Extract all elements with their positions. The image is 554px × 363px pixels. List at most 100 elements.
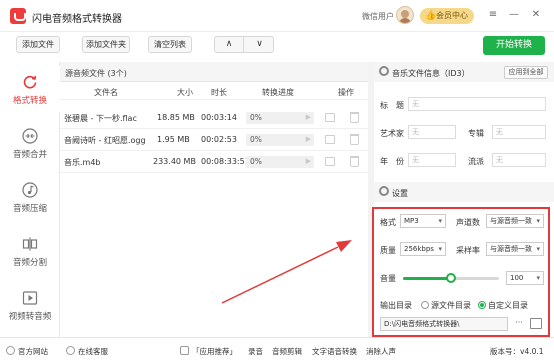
vocal-remove-link[interactable]: 消除人声 (366, 346, 396, 357)
id3-album-label: 专辑 (468, 129, 484, 138)
table-row[interactable]: 张碧晨 - 下一秒.flac 18.85 MB 00:03:14 0% ▶ (60, 108, 368, 129)
toolbar: 添加文件 添加文件夹 清空列表 ∧ ∨ 开始转换 (0, 32, 554, 58)
sidebar-item-audio-merge[interactable]: 音频合并 (0, 120, 60, 166)
column-duration: 时长 (211, 88, 227, 97)
quality-label: 质量 (380, 246, 396, 255)
format-select[interactable]: MP3 ▾ (400, 214, 446, 228)
open-folder-icon[interactable] (325, 113, 335, 122)
user-center-label: 会员中心 (436, 11, 468, 20)
support-link[interactable]: 在线客服 (78, 346, 108, 357)
volume-slider[interactable] (403, 273, 499, 283)
move-down-button[interactable]: ∨ (245, 37, 274, 52)
delete-icon[interactable] (350, 112, 359, 123)
minimize-button[interactable]: — (507, 8, 521, 22)
id3-title-input[interactable]: 无 (408, 97, 546, 111)
channels-label: 声道数 (456, 218, 480, 227)
add-file-button[interactable]: 添加文件 (16, 36, 60, 53)
file-duration: 00:03:14 (201, 113, 237, 122)
id3-section-header: 音乐文件信息（ID3） 应用到全部 (374, 62, 554, 82)
progress-value: 0% (250, 157, 262, 166)
website-link[interactable]: 官方网站 (18, 346, 48, 357)
version-label: 版本号：v4.0.1 (490, 347, 544, 356)
open-folder-icon[interactable] (530, 318, 542, 329)
volume-value: 100 (510, 274, 524, 282)
column-progress: 转换进度 (262, 88, 294, 97)
radio-source-dir[interactable] (421, 301, 429, 309)
open-folder-icon[interactable] (325, 135, 335, 144)
sidebar-item-format-convert[interactable]: 格式转换 (0, 66, 60, 112)
user-center-button[interactable]: 👍 会员中心 (420, 8, 474, 24)
sidebar-item-audio-compress[interactable]: 音频压缩 (0, 174, 60, 220)
channels-value: 与源音频一致 (490, 217, 532, 225)
add-folder-button[interactable]: 添加文件夹 (82, 36, 130, 53)
channels-select[interactable]: 与源音频一致 ▾ (486, 214, 544, 228)
play-icon: ▶ (305, 135, 311, 143)
avatar[interactable] (396, 6, 414, 24)
browse-button[interactable]: ··· (511, 317, 527, 331)
settings-section-header: 设置 (374, 182, 554, 202)
format-label: 格式 (380, 218, 396, 227)
gear-icon (379, 66, 389, 76)
volume-label: 音量 (380, 274, 396, 283)
merge-icon (22, 128, 38, 144)
sidebar-item-audio-split[interactable]: 音频分割 (0, 228, 60, 274)
output-dir-label: 输出目录 (380, 301, 412, 310)
file-name: 张碧晨 - 下一秒.flac (64, 114, 137, 123)
id3-year-label: 年 份 (380, 157, 404, 166)
quality-value: 256kbps (404, 245, 434, 253)
headset-icon (66, 346, 75, 355)
column-name: 文件名 (94, 88, 118, 97)
custom-dir-label[interactable]: 自定义目录 (488, 300, 528, 311)
delete-icon[interactable] (350, 156, 359, 167)
volume-slider-handle[interactable] (446, 273, 456, 283)
volume-input[interactable]: 100 ▾ (506, 271, 544, 285)
file-count-label: 源音频文件 (3个) (65, 69, 127, 78)
open-folder-icon[interactable] (325, 157, 335, 166)
close-button[interactable]: ✕ (529, 8, 543, 22)
menu-icon[interactable]: ≡ (486, 8, 500, 22)
gear-icon (379, 186, 389, 196)
file-list-panel: 源音频文件 (3个) 文件名 大小 时长 转换进度 操作 张碧晨 - 下一秒.f… (60, 62, 368, 337)
table-row[interactable]: 音阙诗听 - 红昭愿.ogg 1.95 MB 00:02:53 0% ▶ (60, 130, 368, 151)
clear-list-button[interactable]: 清空列表 (148, 36, 192, 53)
source-dir-label[interactable]: 源文件目录 (431, 300, 471, 311)
sample-rate-value: 与源音频一致 (490, 245, 532, 253)
id3-artist-input[interactable]: 无 (408, 125, 456, 139)
video-play-icon (22, 291, 38, 305)
sidebar-item-video-to-audio[interactable]: 视频转音频 (0, 282, 60, 328)
file-list-header: 源音频文件 (3个) (60, 62, 368, 82)
record-link[interactable]: 录音 (248, 346, 263, 357)
sidebar-item-label: 音频压缩 (12, 204, 47, 214)
audio-edit-link[interactable]: 音频剪辑 (272, 346, 302, 357)
column-size: 大小 (177, 88, 193, 97)
tts-link[interactable]: 文字语音转换 (312, 346, 357, 357)
play-icon: ▶ (305, 157, 311, 165)
id3-year-input[interactable]: 无 (408, 153, 456, 167)
quality-select[interactable]: 256kbps ▾ (400, 242, 446, 256)
footer: 官方网站 在线客服 「应用推荐」 录音 音频剪辑 文字语音转换 消除人声 版本号… (0, 337, 554, 363)
sidebar-item-label: 格式转换 (12, 96, 47, 106)
delete-icon[interactable] (350, 134, 359, 145)
apply-all-button[interactable]: 应用到全部 (504, 66, 548, 79)
start-convert-button[interactable]: 开始转换 (483, 36, 545, 55)
output-path-input[interactable]: D:\闪电音频格式转换器\ (380, 317, 508, 331)
sidebar: 格式转换 音频合并 音频压缩 音频分割 视频转音频 (0, 62, 60, 337)
split-icon (22, 237, 38, 251)
sample-rate-select[interactable]: 与源音频一致 ▾ (486, 242, 544, 256)
wechat-user-label[interactable]: 微信用户 (362, 11, 394, 22)
reorder-buttons: ∧ ∨ (214, 36, 274, 53)
id3-genre-input[interactable]: 无 (492, 153, 546, 167)
app-title: 闪电音频格式转换器 (32, 14, 122, 25)
chevron-down-icon: ▾ (438, 245, 442, 253)
table-row[interactable]: 音乐.m4b 233.40 MB 00:08:33:51 0% ▶ (60, 152, 368, 173)
file-duration: 00:02:53 (201, 135, 237, 144)
id3-title: 音乐文件信息（ID3） (392, 69, 470, 78)
id3-title-label: 标 题 (380, 101, 404, 110)
id3-album-input[interactable]: 无 (492, 125, 546, 139)
home-icon (6, 346, 15, 355)
radio-custom-dir[interactable] (478, 301, 486, 309)
file-size: 1.95 MB (157, 135, 190, 144)
progress-bar: 0% ▶ (246, 134, 314, 146)
move-up-button[interactable]: ∧ (215, 37, 244, 52)
settings-title: 设置 (392, 189, 408, 198)
